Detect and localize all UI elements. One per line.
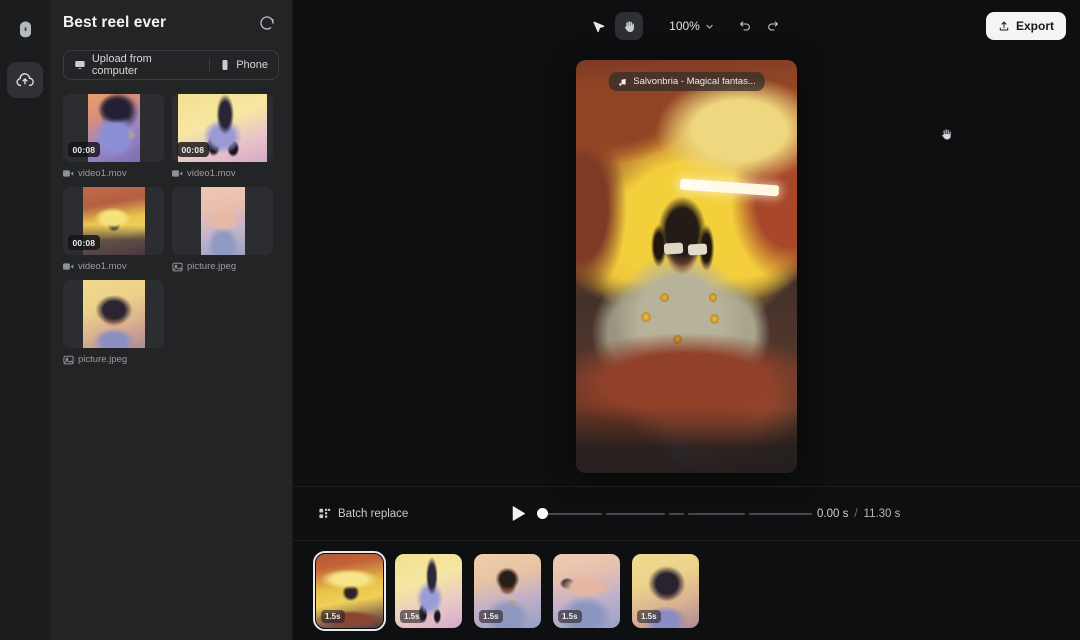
clip-duration: 1.5s: [321, 609, 345, 623]
batch-replace-label: Batch replace: [338, 507, 409, 520]
sidebar-item-media-upload[interactable]: [7, 62, 43, 98]
hand-tool-button[interactable]: [615, 12, 644, 40]
loading-spinner-icon[interactable]: [258, 14, 276, 32]
media-label: picture.jpeg: [63, 354, 164, 365]
app-logo-icon[interactable]: [8, 12, 42, 46]
redo-button[interactable]: [760, 12, 788, 40]
cloud-upload-icon: [16, 73, 34, 87]
icon-rail: [0, 0, 50, 640]
media-item[interactable]: 00:08 video1.mov: [63, 187, 164, 272]
scrubber-handle[interactable]: [537, 508, 548, 519]
editor-canvas: 100% Export Salvonbria - Magical fantas.…: [293, 0, 1080, 640]
media-item[interactable]: picture.jpeg: [172, 187, 273, 272]
upload-from-phone-label: Phone: [236, 59, 268, 71]
select-tool-button[interactable]: [585, 12, 613, 40]
media-panel: Best reel ever Upload from computer Phon…: [50, 0, 293, 640]
preview-stage: Salvonbria - Magical fantas...: [293, 52, 1080, 486]
panel-header: Best reel ever: [50, 0, 292, 42]
media-thumbnail[interactable]: 00:08: [63, 187, 164, 255]
media-duration-badge: 00:08: [68, 235, 100, 250]
media-label: video1.mov: [172, 168, 273, 179]
scrubber-segment: [606, 512, 666, 515]
total-time: 11.30 s: [863, 507, 901, 520]
media-thumbnail[interactable]: [63, 280, 164, 348]
batch-replace-icon: [319, 508, 331, 518]
media-filename: picture.jpeg: [78, 354, 128, 365]
media-filename: video1.mov: [187, 168, 236, 179]
video-file-icon: [63, 263, 74, 270]
zoom-level-value: 100%: [669, 19, 700, 33]
upload-source-group: Upload from computer Phone: [63, 50, 279, 80]
upload-from-phone-button[interactable]: Phone: [210, 51, 278, 79]
media-item[interactable]: 00:08 video1.mov: [63, 94, 164, 179]
music-track-chip[interactable]: Salvonbria - Magical fantas...: [608, 72, 765, 91]
media-label: video1.mov: [63, 168, 164, 179]
export-label: Export: [1015, 19, 1054, 33]
canvas-toolbar: 100% Export: [293, 0, 1080, 52]
media-filename: video1.mov: [78, 168, 127, 179]
media-item[interactable]: 00:08 video1.mov: [172, 94, 273, 179]
video-file-icon: [172, 170, 183, 177]
scrubber-segment: [748, 512, 813, 515]
video-file-icon: [63, 170, 74, 177]
media-thumbnail[interactable]: 00:08: [63, 94, 164, 162]
image-file-icon: [172, 262, 183, 271]
video-editor-app: Best reel ever Upload from computer Phon…: [0, 0, 1080, 640]
media-grid: 00:08 video1.mov 00:08 video1.mov 00:08 …: [50, 80, 292, 365]
hand-icon: [624, 20, 634, 32]
chevron-down-icon: [706, 24, 713, 29]
playback-scrubber[interactable]: [537, 506, 813, 522]
media-duration-badge: 00:08: [177, 142, 209, 157]
media-label: picture.jpeg: [172, 261, 273, 272]
time-separator: /: [854, 507, 858, 520]
play-button[interactable]: [509, 504, 529, 524]
clip-duration: 1.5s: [479, 609, 503, 623]
cursor-arrow-icon: [593, 21, 605, 33]
music-note-icon: [618, 78, 626, 86]
upload-icon: [999, 21, 1009, 31]
play-icon: [512, 506, 525, 521]
redo-icon: [768, 21, 778, 31]
scrubber-segment: [669, 512, 684, 515]
timeline-clip[interactable]: 1.5s: [553, 553, 620, 628]
time-display: 0.00 s / 11.30 s: [817, 508, 900, 520]
timeline-clip[interactable]: 1.5s: [632, 553, 699, 628]
media-filename: video1.mov: [78, 261, 127, 272]
media-item[interactable]: picture.jpeg: [63, 280, 164, 365]
media-thumbnail[interactable]: [172, 187, 273, 255]
project-title: Best reel ever: [63, 14, 167, 31]
clip-duration: 1.5s: [637, 609, 661, 623]
clip-duration: 1.5s: [400, 609, 424, 623]
image-file-icon: [63, 355, 74, 364]
batch-replace-button[interactable]: Batch replace: [319, 508, 408, 520]
upload-from-computer-button[interactable]: Upload from computer: [64, 51, 209, 79]
scrubber-segment: [687, 512, 745, 515]
clip-duration: 1.5s: [558, 609, 582, 623]
timeline-clip[interactable]: 1.5s: [474, 553, 541, 628]
video-preview[interactable]: Salvonbria - Magical fantas...: [576, 60, 797, 473]
zoom-level-selector[interactable]: 100%: [669, 19, 714, 33]
media-thumbnail[interactable]: 00:08: [172, 94, 273, 162]
undo-button[interactable]: [730, 12, 758, 40]
upload-from-computer-label: Upload from computer: [91, 53, 152, 77]
hand-cursor-icon: [939, 126, 954, 144]
undo-icon: [739, 21, 750, 31]
scrubber-track: [537, 512, 813, 515]
music-track-label: Salvonbria - Magical fantas...: [633, 76, 756, 87]
timeline-strip: 1.5s 1.5s 1.5s 1.5s 1.5s: [293, 540, 1080, 640]
monitor-icon: [75, 61, 85, 69]
timeline-clip[interactable]: 1.5s: [395, 553, 462, 628]
media-label: video1.mov: [63, 261, 164, 272]
current-time: 0.00 s: [817, 507, 849, 520]
media-filename: picture.jpeg: [187, 261, 237, 272]
export-button[interactable]: Export: [985, 12, 1066, 40]
media-duration-badge: 00:08: [68, 142, 100, 157]
transport-bar: Batch replace 0.00 s / 11.30 s: [293, 486, 1080, 540]
phone-icon: [222, 60, 228, 70]
timeline-clip[interactable]: 1.5s: [313, 550, 386, 631]
